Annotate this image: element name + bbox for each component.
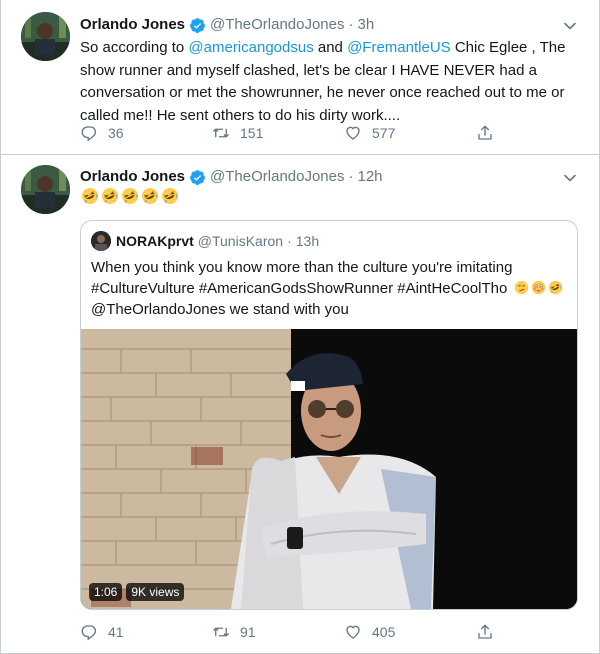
smirk-emoji-icon bbox=[514, 280, 528, 295]
text-segment: So according to bbox=[80, 39, 189, 56]
rofl-emoji-icon bbox=[142, 188, 158, 204]
timestamp[interactable]: 12h bbox=[358, 167, 383, 187]
reply-icon bbox=[81, 625, 97, 641]
reply-icon bbox=[81, 126, 97, 142]
separator-dot: · bbox=[348, 16, 354, 33]
rofl-emoji-icon bbox=[162, 188, 178, 204]
video-badges: 1:06 9K views bbox=[89, 583, 185, 601]
video-thumbnail bbox=[81, 329, 577, 609]
avatar bbox=[91, 231, 111, 251]
like-icon bbox=[346, 625, 360, 639]
share-button[interactable] bbox=[476, 623, 504, 641]
separator-dot: · bbox=[348, 168, 354, 185]
tweet-actions: 36 151 577 bbox=[80, 124, 510, 142]
mention-link[interactable]: @americangodsus bbox=[188, 39, 313, 56]
chevron-down-icon[interactable] bbox=[563, 171, 577, 185]
like-count: 405 bbox=[372, 624, 396, 640]
flushed-emoji-icon bbox=[531, 280, 545, 295]
avatar[interactable] bbox=[21, 165, 70, 214]
like-button[interactable]: 405 bbox=[344, 623, 476, 641]
text-segment: and bbox=[313, 39, 348, 56]
quoted-text-line: @TheOrlandoJones we stand with you bbox=[91, 301, 349, 318]
rofl-emoji-icon bbox=[122, 188, 138, 204]
quoted-timestamp: 13h bbox=[295, 233, 320, 249]
share-button[interactable] bbox=[476, 124, 504, 142]
tweet[interactable]: Orlando Jones @TheOrlandoJones · 3h So a… bbox=[1, 0, 599, 155]
share-icon bbox=[478, 624, 492, 639]
quoted-tweet[interactable]: NORAKprvt @TunisKaron · 13h When you thi… bbox=[80, 220, 578, 610]
like-button[interactable]: 577 bbox=[344, 124, 476, 142]
tweet-header: Orlando Jones @TheOrlandoJones · 3h bbox=[80, 15, 374, 35]
reply-button[interactable]: 41 bbox=[80, 623, 212, 641]
avatar[interactable] bbox=[21, 12, 70, 61]
mention-link[interactable]: @FremantleUS bbox=[347, 39, 451, 56]
author-handle[interactable]: @TheOrlandoJones bbox=[210, 15, 344, 35]
rofl-emoji-icon bbox=[82, 188, 98, 204]
retweet-count: 151 bbox=[240, 125, 264, 141]
retweet-icon bbox=[213, 627, 229, 637]
retweet-button[interactable]: 91 bbox=[212, 623, 344, 641]
tweet-header: Orlando Jones @TheOrlandoJones · 12h bbox=[80, 167, 383, 187]
tweet-emoji-text bbox=[81, 187, 179, 205]
retweet-count: 91 bbox=[240, 624, 256, 640]
retweet-icon bbox=[213, 128, 229, 138]
quoted-tweet-header: NORAKprvt @TunisKaron · 13h bbox=[91, 231, 319, 251]
like-icon bbox=[346, 126, 360, 140]
verified-icon bbox=[190, 17, 205, 33]
chevron-down-icon[interactable] bbox=[563, 19, 577, 33]
quoted-author-name: NORAKprvt bbox=[116, 233, 194, 249]
author-name[interactable]: Orlando Jones bbox=[80, 167, 185, 187]
quoted-tweet-text: When you think you know more than the cu… bbox=[91, 257, 571, 320]
rofl-emoji-icon bbox=[548, 280, 562, 295]
share-icon bbox=[478, 125, 492, 140]
like-count: 577 bbox=[372, 125, 396, 141]
separator-dot: · bbox=[287, 233, 292, 249]
quoted-author-handle: @TunisKaron bbox=[197, 233, 284, 249]
verified-icon bbox=[190, 169, 205, 185]
tweet[interactable]: Orlando Jones @TheOrlandoJones · 12h NOR… bbox=[1, 156, 599, 654]
reply-button[interactable]: 36 bbox=[80, 124, 212, 142]
quoted-text-line: When you think you know more than the cu… bbox=[91, 259, 513, 276]
tweet-actions: 41 91 405 bbox=[80, 623, 510, 641]
video-views: 9K views bbox=[126, 583, 185, 601]
tweet-text: So according to @americangodsus and @Fre… bbox=[80, 37, 570, 127]
video-player[interactable]: 1:06 9K views bbox=[81, 329, 577, 609]
author-name[interactable]: Orlando Jones bbox=[80, 15, 185, 35]
retweet-button[interactable]: 151 bbox=[212, 124, 344, 142]
timeline: Orlando Jones @TheOrlandoJones · 3h So a… bbox=[0, 0, 600, 654]
author-handle[interactable]: @TheOrlandoJones bbox=[210, 167, 344, 187]
hashtags-text: #CultureVulture #AmericanGodsShowRunner … bbox=[91, 280, 508, 297]
timestamp[interactable]: 3h bbox=[358, 15, 375, 35]
rofl-emoji-icon bbox=[102, 188, 118, 204]
video-duration: 1:06 bbox=[89, 583, 123, 601]
quoted-text-line-hashtags: #CultureVulture #AmericanGodsShowRunner … bbox=[91, 278, 571, 299]
reply-count: 41 bbox=[108, 624, 124, 640]
reply-count: 36 bbox=[108, 125, 124, 141]
